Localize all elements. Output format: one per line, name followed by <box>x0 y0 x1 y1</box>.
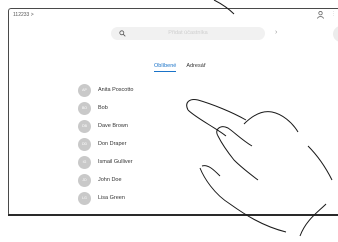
avatar: JD <box>78 174 91 187</box>
avatar: AP <box>78 84 91 97</box>
list-item[interactable]: DB Dave Brown <box>78 119 228 137</box>
list-item[interactable]: LG Lisa Green <box>78 191 228 209</box>
list-item[interactable]: IG Ismail Gulliver <box>78 155 228 173</box>
avatar: IG <box>78 156 91 169</box>
contact-name: Lisa Green <box>98 195 125 201</box>
contact-name: Ismail Gulliver <box>98 159 133 165</box>
contact-name: John Doe <box>98 177 122 183</box>
chevron-right-icon[interactable]: › <box>275 29 277 36</box>
side-button[interactable] <box>333 26 338 42</box>
device-screen: 112233 > ⋮ Přidat účastníka › Oblíbené A… <box>8 8 338 216</box>
tab-directory[interactable]: Adresář <box>186 63 205 72</box>
breadcrumb[interactable]: 112233 > <box>13 12 34 18</box>
avatar: LG <box>78 192 91 205</box>
list-item[interactable]: BO Bob <box>78 101 228 119</box>
contact-name: Anita Poscotto <box>98 87 134 93</box>
avatar: DD <box>78 138 91 151</box>
avatar: BO <box>78 102 91 115</box>
contact-list: AP Anita Poscotto BO Bob DB Dave Brown D… <box>78 83 228 209</box>
list-item[interactable]: DD Don Draper <box>78 137 228 155</box>
contact-name: Bob <box>98 105 108 111</box>
contact-name: Dave Brown <box>98 123 128 129</box>
tab-favorites[interactable]: Oblíbené <box>154 63 177 72</box>
user-icon[interactable] <box>317 11 324 19</box>
avatar: DB <box>78 120 91 133</box>
device-bezel <box>8 214 338 216</box>
list-item[interactable]: AP Anita Poscotto <box>78 83 228 101</box>
search-field[interactable]: Přidat účastníka <box>111 27 265 40</box>
contact-name: Don Draper <box>98 141 127 147</box>
more-icon[interactable]: ⋮ <box>331 11 336 17</box>
tab-bar: Oblíbené Adresář <box>154 63 206 72</box>
search-placeholder: Přidat účastníka <box>168 30 208 36</box>
list-item[interactable]: JD John Doe <box>78 173 228 191</box>
